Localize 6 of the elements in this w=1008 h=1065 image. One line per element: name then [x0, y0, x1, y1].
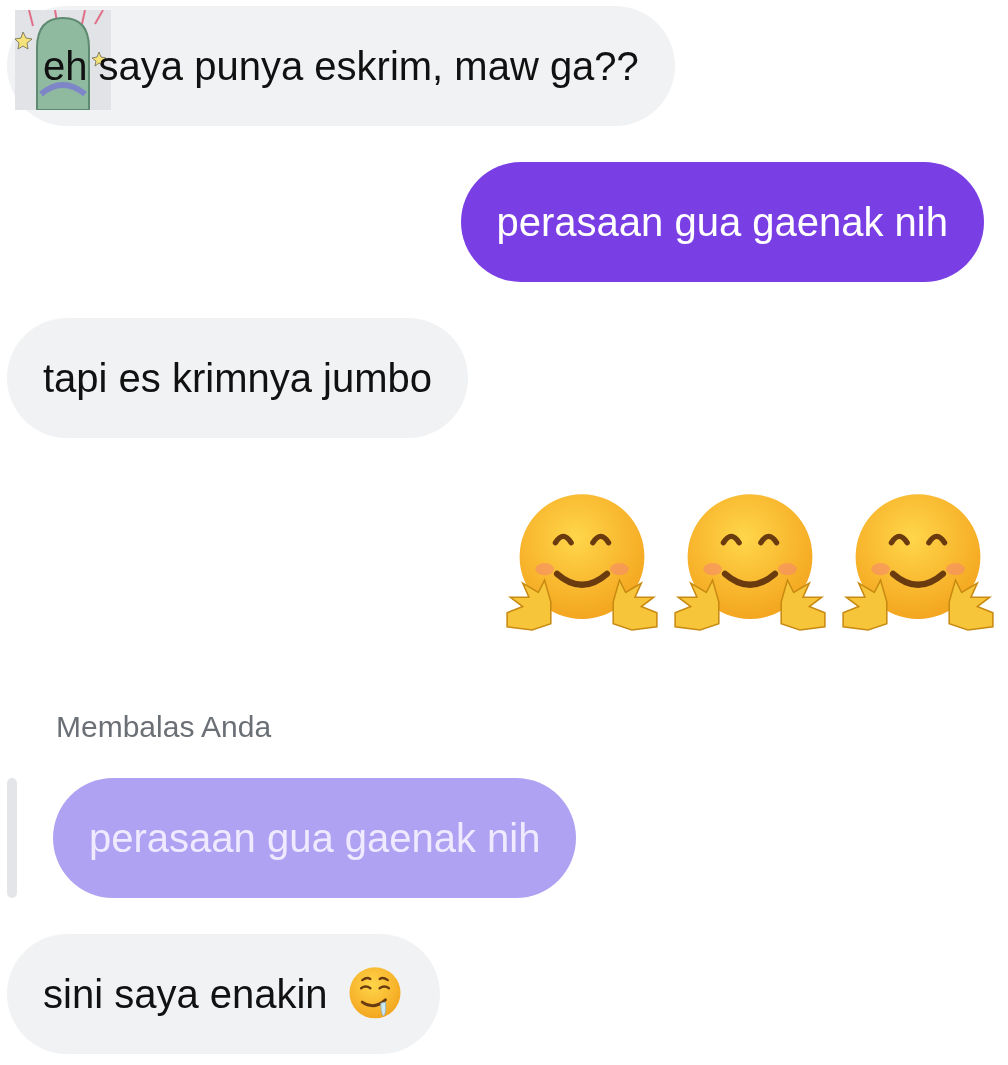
- reply-label: Membalas Anda: [56, 710, 273, 744]
- message-text: tapi es krimnya jumbo: [43, 355, 433, 401]
- message-text: perasaan gua gaenak nih: [496, 199, 948, 245]
- message-text: sini saya enakin: [43, 971, 328, 1017]
- message-text: eh saya punya eskrim, maw ga??: [43, 43, 639, 89]
- quoted-message-text: perasaan gua gaenak nih: [89, 815, 541, 861]
